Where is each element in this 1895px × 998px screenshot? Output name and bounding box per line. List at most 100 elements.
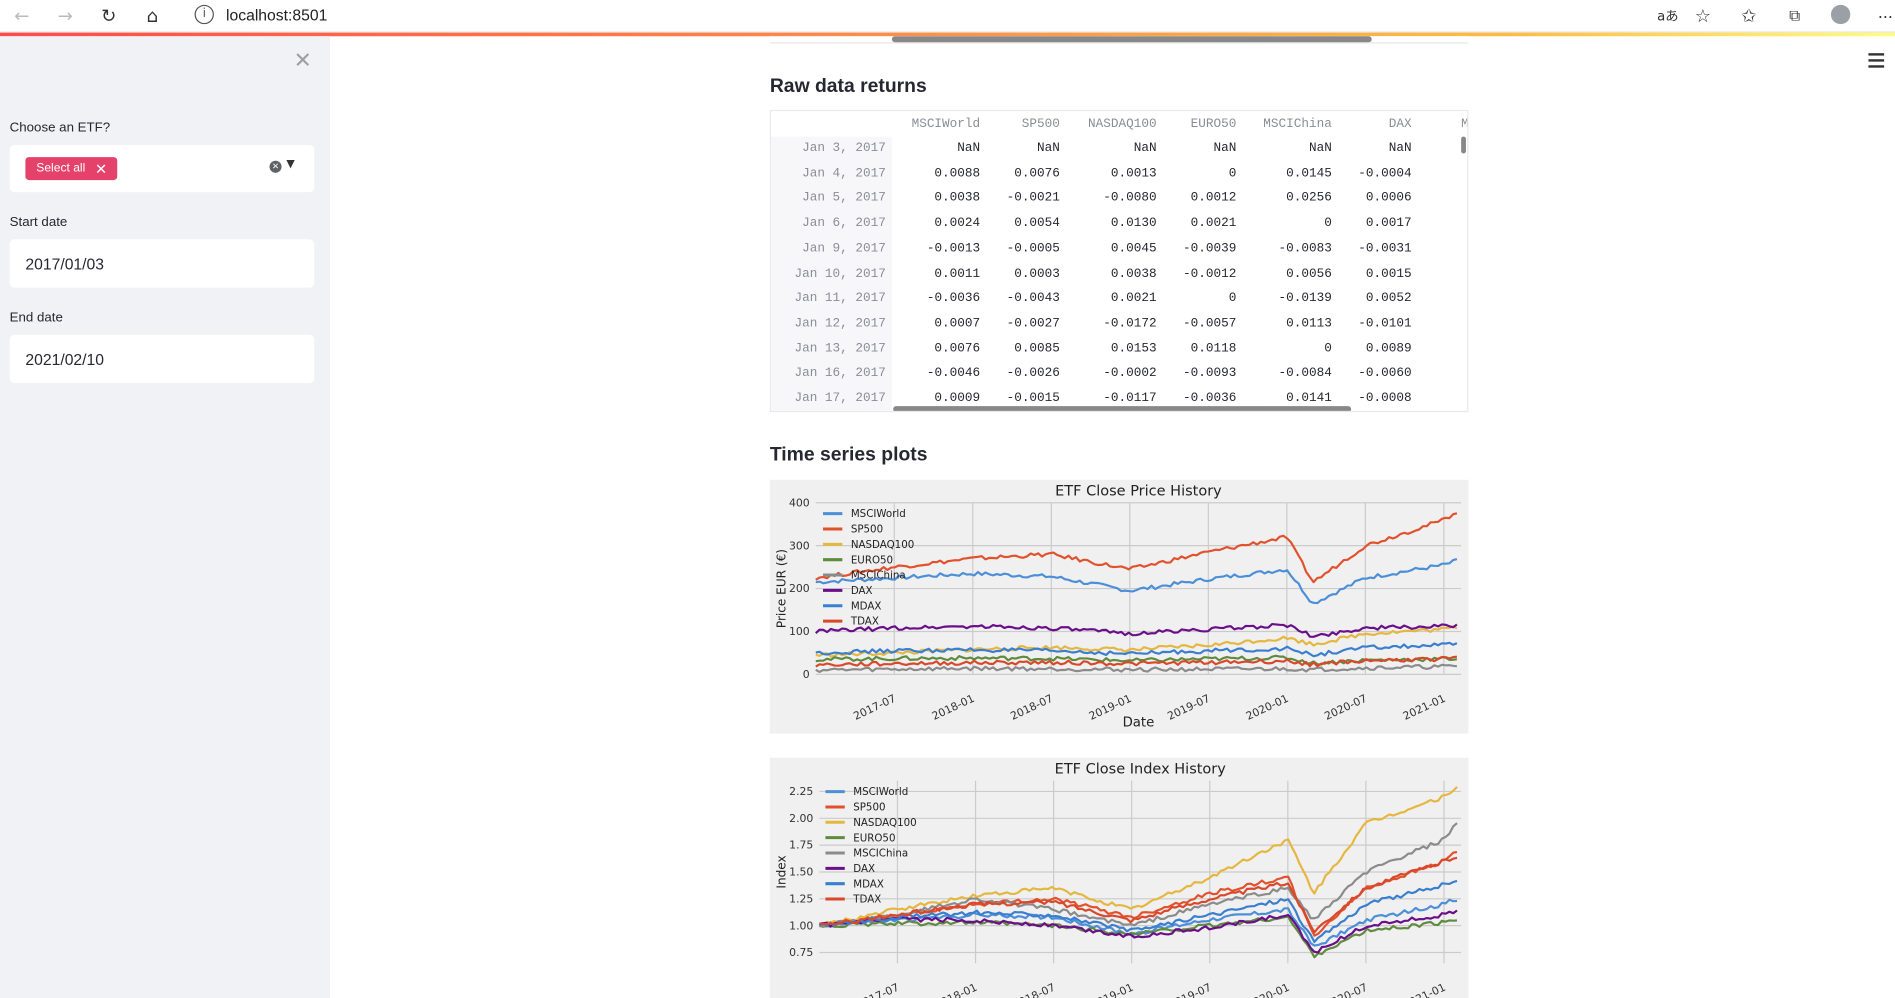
chart-title: ETF Close Price History — [1055, 484, 1222, 500]
index-history-chart: 2017-07 2018-01 2018-07 2019-01 2019-07 2020-… — [769, 757, 1469, 998]
table-cell: -0.0060 — [1358, 366, 1412, 382]
table-cell: -0.0031 — [1358, 241, 1412, 256]
site-info-icon[interactable]: i — [194, 4, 214, 25]
column-header[interactable]: M — [1461, 117, 1467, 132]
table-row[interactable]: Jan 3, 2017 NaN NaN NaN NaN NaN NaN — [771, 137, 1467, 162]
index-history-svg: 2017-07 2018-01 2018-07 2019-01 2019-07 2020-… — [775, 761, 1462, 998]
legend-label: EURO50 — [853, 832, 895, 844]
row-index: Jan 9, 2017 — [802, 241, 886, 256]
table-cell: -0.0093 — [1183, 366, 1237, 382]
etf-multiselect[interactable]: Select all ✕ ✕ ▼ — [9, 145, 315, 193]
profile-avatar[interactable] — [1830, 4, 1851, 25]
table-cell: 0.0076 — [934, 341, 981, 357]
address-bar[interactable]: localhost:8501 — [226, 6, 327, 24]
table-cell: 0.0056 — [1286, 266, 1332, 281]
table-cell: -0.0004 — [1358, 166, 1412, 181]
table-cell: 0 — [1228, 166, 1237, 181]
time-series-heading: Time series plots — [769, 444, 928, 466]
price-history-svg: 2017-07 2018-01 2018-07 2019-01 2019-07 2020-… — [775, 484, 1462, 730]
x-tick-label: 2018-07 — [1011, 981, 1058, 998]
reload-icon[interactable]: ↻ — [97, 4, 121, 28]
forward-arrow-icon[interactable]: → — [53, 4, 77, 28]
table-cell: 0.0012 — [1190, 191, 1237, 206]
table-cell: 0.0089 — [1365, 341, 1412, 357]
start-date-input[interactable]: 2017/01/03 — [9, 239, 315, 288]
table-cell: 0.0003 — [1014, 266, 1060, 281]
table-cell: -0.0002 — [1103, 366, 1157, 382]
y-tick-label: 100 — [789, 625, 810, 638]
favorites-icon[interactable]: ✩ — [1737, 4, 1761, 28]
back-arrow-icon[interactable]: ← — [10, 4, 34, 28]
table-cell: NaN — [1388, 141, 1412, 156]
home-icon[interactable]: ⌂ — [140, 4, 164, 28]
table-row[interactable]: Jan 5, 2017 0.0038 -0.0021 -0.0080 0.0012 0.0… — [771, 187, 1467, 212]
y-tick-label: 400 — [789, 496, 810, 509]
raw-returns-table[interactable]: MSCIWorld SP500 NASDAQ100 EURO50 MSCIChina DA… — [769, 109, 1469, 413]
column-header[interactable]: DAX — [1389, 117, 1412, 132]
table-row[interactable]: Jan 12, 2017 0.0007 -0.0027 -0.0172 -0.0057 0… — [771, 312, 1467, 337]
horizontal-scrollbar[interactable] — [891, 36, 1372, 43]
table-header: MSCIWorld SP500 NASDAQ100 EURO50 MSCIChina DA… — [771, 111, 1468, 137]
table-cell: -0.0008 — [1358, 391, 1412, 407]
read-aloud-icon[interactable]: aあ — [1655, 4, 1682, 28]
column-header[interactable]: MSCIChina — [1263, 117, 1332, 132]
table-cell: -0.0057 — [1183, 316, 1237, 332]
legend-label: NASDAQ100 — [851, 539, 914, 551]
row-index: Jan 11, 2017 — [794, 291, 886, 306]
table-cell: -0.0172 — [1103, 316, 1157, 332]
horizontal-scrollbar[interactable] — [893, 406, 1352, 411]
etf-chip-select-all[interactable]: Select all ✕ — [25, 157, 117, 181]
end-date-input[interactable]: 2021/02/10 — [9, 334, 315, 384]
column-header[interactable]: MSCIWorld — [912, 117, 981, 132]
chevron-down-icon[interactable]: ▼ — [286, 158, 294, 170]
row-index: Jan 16, 2017 — [794, 366, 886, 382]
add-favorite-icon[interactable]: ☆ — [1691, 4, 1715, 28]
chip-remove-icon[interactable]: ✕ — [95, 160, 107, 177]
table-cell: 0.0024 — [934, 216, 981, 231]
x-tick-label: 2019-01 — [1089, 981, 1136, 998]
row-index: Jan 4, 2017 — [802, 166, 886, 181]
y-tick-label: 1.00 — [789, 919, 813, 932]
table-cell: 0.0038 — [934, 191, 981, 206]
chart-title: ETF Close Index History — [1055, 761, 1227, 777]
hamburger-menu-icon[interactable] — [1868, 53, 1885, 68]
table-cell: 0.0017 — [1365, 216, 1412, 231]
x-tick-label: 2018-07 — [1008, 692, 1055, 723]
table-row[interactable]: Jan 4, 2017 0.0088 0.0076 0.0013 0 0.0145 -0.0… — [771, 162, 1467, 187]
y-axis-label: Index — [775, 855, 789, 888]
table-cell: -0.0080 — [1103, 191, 1157, 206]
table-cell: 0.0021 — [1190, 216, 1237, 231]
table-row[interactable]: Jan 6, 2017 0.0024 0.0054 0.0130 0.0021 0 0.00… — [771, 212, 1467, 237]
table-cell: 0 — [1324, 216, 1332, 231]
clear-selection-icon[interactable]: ✕ — [269, 160, 282, 173]
collections-icon[interactable]: ⧉ — [1783, 4, 1807, 28]
legend-label: SP500 — [851, 524, 883, 536]
table-cell: 0 — [1324, 341, 1332, 357]
x-tick-label: 2018-01 — [933, 981, 980, 998]
table-cell: -0.0013 — [926, 241, 981, 256]
column-header[interactable]: SP500 — [1022, 117, 1060, 132]
table-cell: NaN — [1037, 141, 1060, 156]
table-row[interactable]: Jan 9, 2017 -0.0013 -0.0005 0.0045 -0.0039 -0… — [771, 237, 1467, 262]
column-header[interactable]: EURO50 — [1191, 117, 1237, 132]
table-row[interactable]: Jan 13, 2017 0.0076 0.0085 0.0153 0.0118 0 0.0… — [771, 337, 1467, 362]
etf-select-label: Choose an ETF? — [9, 120, 111, 136]
table-cell: 0.0021 — [1110, 291, 1157, 306]
x-tick-label: 2019-07 — [1167, 981, 1214, 998]
legend-label: TDAX — [850, 616, 879, 628]
table-row[interactable]: Jan 10, 2017 0.0011 0.0003 0.0038 -0.0012 0.0… — [771, 262, 1467, 287]
legend-label: SP500 — [853, 802, 885, 814]
x-tick-label: 2021-01 — [1401, 981, 1448, 998]
vertical-scrollbar[interactable] — [1461, 136, 1466, 154]
table-cell: 0.0088 — [934, 166, 981, 181]
table-cell: 0.0130 — [1110, 216, 1157, 231]
column-header[interactable]: NASDAQ100 — [1088, 117, 1157, 132]
table-row[interactable]: Jan 16, 2017 -0.0046 -0.0026 -0.0002 -0.0093… — [771, 362, 1467, 387]
legend-label: MSCIChina — [851, 570, 906, 582]
table-row[interactable]: Jan 11, 2017 -0.0036 -0.0043 0.0021 0 -0.0139… — [771, 287, 1467, 312]
row-index: Jan 17, 2017 — [794, 391, 886, 407]
table-cell: NaN — [1133, 141, 1157, 156]
browser-menu-icon[interactable]: ... — [1873, 1, 1895, 25]
y-tick-label: 2.00 — [789, 812, 813, 825]
close-sidebar-icon[interactable]: ✕ — [294, 48, 312, 73]
